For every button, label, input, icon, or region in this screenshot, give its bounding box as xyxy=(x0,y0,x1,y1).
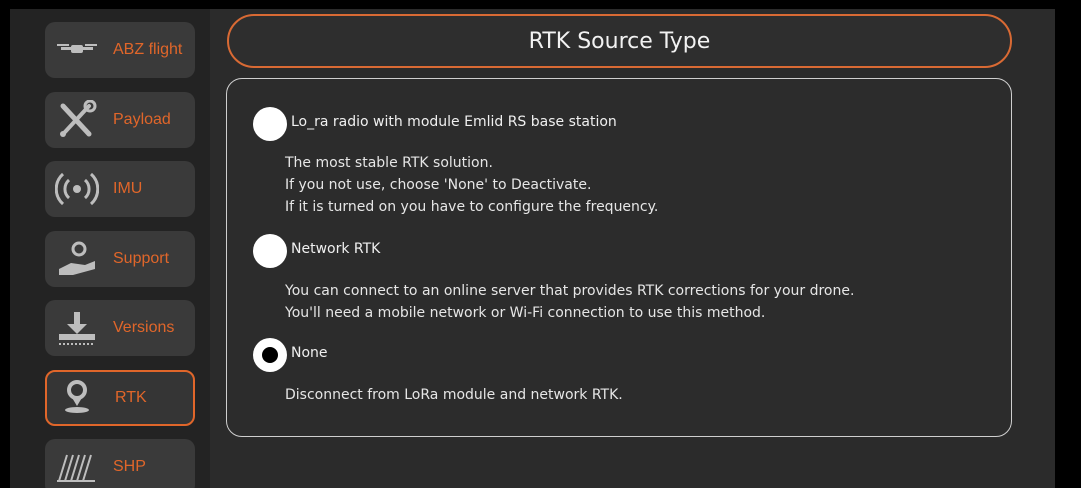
option-description-lora: The most stable RTK solution. If you not… xyxy=(285,152,658,218)
support-hand-icon xyxy=(59,241,95,275)
description-line: The most stable RTK solution. xyxy=(285,155,493,171)
sidebar-item-shp[interactable]: SHP xyxy=(45,439,195,488)
option-description-network-rtk: You can connect to an online server that… xyxy=(285,280,854,324)
sidebar-item-payload[interactable]: Payload xyxy=(45,92,195,148)
description-line: If it is turned on you have to configure… xyxy=(285,199,659,215)
radio-none[interactable] xyxy=(253,338,287,372)
option-label-none: None xyxy=(291,345,328,361)
location-pin-icon xyxy=(65,380,89,413)
option-description-none: Disconnect from LoRa module and network … xyxy=(285,384,623,406)
radio-lora[interactable] xyxy=(253,107,287,141)
sidebar-item-label: IMU xyxy=(113,180,143,197)
option-label-network-rtk: Network RTK xyxy=(291,241,381,257)
option-label-lora: Lo_ra radio with module Emlid RS base st… xyxy=(291,114,617,130)
sidebar-item-label: RTK xyxy=(115,389,147,406)
download-icon xyxy=(59,312,95,345)
sidebar-item-label: SHP xyxy=(113,458,146,475)
radio-network-rtk[interactable] xyxy=(253,234,287,268)
drone-icon xyxy=(57,44,97,53)
field-icon xyxy=(57,454,95,482)
sidebar-item-rtk[interactable]: RTK xyxy=(45,370,195,426)
description-line: You can connect to an online server that… xyxy=(285,283,855,299)
sidebar-item-versions[interactable]: Versions xyxy=(45,300,195,356)
sidebar-item-label: ABZ flight xyxy=(113,41,183,58)
page-title: RTK Source Type xyxy=(227,14,1012,68)
sidebar-item-imu[interactable]: IMU xyxy=(45,161,195,217)
tools-icon xyxy=(60,100,97,137)
signal-icon xyxy=(55,172,99,206)
app-window: ABZ flight Payload IMU Support Versions … xyxy=(10,9,1055,488)
description-line: Disconnect from LoRa module and network … xyxy=(285,387,623,403)
sidebar: ABZ flight Payload IMU Support Versions … xyxy=(10,9,210,488)
radio-selected-dot xyxy=(262,347,278,363)
rtk-source-panel: Lo_ra radio with module Emlid RS base st… xyxy=(226,78,1012,437)
sidebar-item-abz-flight[interactable]: ABZ flight xyxy=(45,22,195,78)
description-line: You'll need a mobile network or Wi-Fi co… xyxy=(285,305,766,321)
sidebar-item-label: Support xyxy=(113,250,170,267)
sidebar-item-support[interactable]: Support xyxy=(45,231,195,287)
sidebar-item-label: Versions xyxy=(113,319,175,336)
sidebar-item-label: Payload xyxy=(113,111,171,128)
description-line: If you not use, choose 'None' to Deactiv… xyxy=(285,177,592,193)
